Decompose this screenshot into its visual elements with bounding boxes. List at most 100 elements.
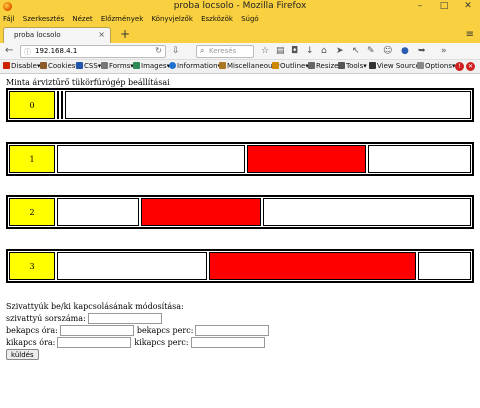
dev-options-label: Options▾ bbox=[425, 62, 456, 70]
download-icon[interactable]: ⇩ bbox=[172, 46, 180, 56]
menu-bookmarks[interactable]: Könyvjelzők bbox=[151, 13, 192, 25]
off-minute-label: kikapcs perc: bbox=[134, 337, 189, 347]
bookmark-star-icon[interactable]: ☆ bbox=[261, 46, 269, 56]
pump-row-inner: 0 bbox=[9, 91, 471, 119]
tab-close-icon[interactable]: × bbox=[98, 30, 105, 39]
dev-outline[interactable]: Outline▾ bbox=[272, 62, 309, 70]
menu-help[interactable]: Súgó bbox=[241, 13, 259, 25]
dev-css-label: CSS▾ bbox=[84, 62, 102, 70]
library-icon[interactable]: ▤ bbox=[276, 46, 285, 56]
circle-icon[interactable]: ● bbox=[401, 46, 409, 56]
navigation-bar: ← ⓘ 192.168.4.1 ↻ ⇩ ⌕ Keresés ☆ ▤ ◘ ↓ ⌂ … bbox=[0, 43, 480, 60]
menu-file[interactable]: Fájl bbox=[3, 13, 15, 25]
tab-proba-locsolo[interactable]: proba locsolo × bbox=[3, 27, 111, 43]
reload-icon[interactable]: ↻ bbox=[155, 46, 162, 55]
dev-tools-label: Tools▾ bbox=[346, 62, 367, 70]
schedule-segment-on bbox=[209, 252, 416, 280]
menu-view[interactable]: Nézet bbox=[72, 13, 92, 25]
pump-row-0: 0 bbox=[6, 88, 474, 122]
dev-information-label: Information▾ bbox=[177, 62, 222, 70]
overflow-chevron-icon[interactable]: » bbox=[441, 46, 447, 56]
dev-information[interactable]: Information▾ bbox=[169, 62, 221, 70]
arrow-icon[interactable]: ➤ bbox=[336, 46, 344, 56]
dev-cookies-label: Cookies▾ bbox=[48, 62, 79, 70]
url-bar[interactable]: ⓘ 192.168.4.1 ↻ bbox=[20, 45, 166, 58]
dev-css[interactable]: CSS▾ bbox=[76, 62, 101, 70]
view-source-icon bbox=[369, 62, 376, 69]
schedule-segment-on bbox=[61, 91, 63, 119]
download-arrow-icon[interactable]: ↓ bbox=[306, 46, 314, 56]
window-title: proba locsolo - Mozilla Firefox bbox=[173, 1, 307, 11]
information-icon bbox=[169, 62, 176, 69]
tools-icon bbox=[338, 62, 345, 69]
new-tab-button[interactable]: + bbox=[120, 27, 130, 41]
options-icon bbox=[417, 62, 424, 69]
pocket-icon[interactable]: ◘ bbox=[291, 46, 298, 56]
schedule-segment-off bbox=[368, 145, 471, 173]
dev-tools[interactable]: Tools▾ bbox=[338, 62, 367, 70]
pump-row-3: 3 bbox=[6, 249, 474, 283]
submit-button[interactable]: küldés bbox=[6, 349, 39, 360]
dev-forms[interactable]: Forms▾ bbox=[101, 62, 134, 70]
schedule-segment-on bbox=[247, 145, 366, 173]
schedule-segment-on bbox=[57, 91, 59, 119]
dev-images-label: Images▾ bbox=[141, 62, 171, 70]
note-icon[interactable]: ✎ bbox=[367, 46, 375, 56]
cookies-icon bbox=[40, 62, 47, 69]
pump-number-label: szivattyú sorszáma: bbox=[6, 313, 86, 323]
on-hour-input[interactable] bbox=[59, 324, 134, 336]
tab-bar: proba locsolo × + ≡ bbox=[0, 25, 480, 43]
dev-cookies[interactable]: Cookies▾ bbox=[40, 62, 79, 70]
form-line-off: kikapcs óra: kikapcs perc: bbox=[6, 336, 272, 348]
search-placeholder[interactable]: Keresés bbox=[209, 47, 236, 55]
dev-miscellaneous[interactable]: Miscellaneous▾ bbox=[219, 62, 280, 70]
dev-forms-label: Forms▾ bbox=[109, 62, 134, 70]
off-minute-input[interactable] bbox=[190, 336, 265, 348]
pump-row-inner: 3 bbox=[9, 252, 471, 280]
form-line-on: bekapcs óra: bekapcs perc: bbox=[6, 324, 272, 336]
window-titlebar: proba locsolo - Mozilla Firefox – □ ✕ bbox=[0, 0, 480, 13]
on-minute-input[interactable] bbox=[195, 324, 270, 336]
menu-edit[interactable]: Szerkesztés bbox=[23, 13, 64, 25]
menu-tools[interactable]: Eszközök bbox=[201, 13, 233, 25]
dev-options[interactable]: Options▾ bbox=[417, 62, 456, 70]
pump-id-cell: 1 bbox=[9, 145, 55, 173]
dev-images[interactable]: Images▾ bbox=[133, 62, 170, 70]
cursor-icon[interactable]: ↖ bbox=[352, 46, 360, 56]
schedule-segment-off bbox=[57, 198, 139, 226]
error-icon[interactable]: ! bbox=[455, 62, 464, 71]
page-content: Minta árviztűrő tükörfúrógép beállításai… bbox=[0, 75, 480, 408]
close-window-button[interactable]: ✕ bbox=[458, 0, 478, 13]
dev-view-source[interactable]: View Source▾ bbox=[369, 62, 423, 70]
pump-id-cell: 3 bbox=[9, 252, 55, 280]
chat-icon[interactable]: ☺ bbox=[383, 46, 392, 56]
schedule-segment-off bbox=[418, 252, 471, 280]
schedule-form: Szivattyúk be/ki kapcsolásának módosítás… bbox=[6, 300, 272, 360]
url-text[interactable]: 192.168.4.1 bbox=[35, 47, 77, 55]
miscellaneous-icon bbox=[219, 62, 226, 69]
site-info-icon[interactable]: ⓘ bbox=[24, 47, 31, 57]
pump-number-input[interactable] bbox=[87, 312, 162, 324]
css-icon bbox=[76, 62, 83, 69]
on-minute-label: bekapcs perc: bbox=[136, 325, 194, 335]
pump-id-cell: 2 bbox=[9, 198, 55, 226]
maximize-button[interactable]: □ bbox=[434, 0, 454, 13]
disable-icon bbox=[3, 62, 10, 69]
off-hour-input[interactable] bbox=[57, 336, 132, 348]
off-hour-label: kikapcs óra: bbox=[6, 337, 56, 347]
send-icon[interactable]: ➥ bbox=[418, 46, 426, 56]
home-icon[interactable]: ⌂ bbox=[321, 46, 327, 56]
dev-disable-label: Disable▾ bbox=[11, 62, 41, 70]
back-button[interactable]: ← bbox=[5, 45, 13, 56]
dev-resize[interactable]: Resize▾ bbox=[308, 62, 342, 70]
menu-history[interactable]: Előzmények bbox=[101, 13, 143, 25]
search-icon: ⌕ bbox=[200, 46, 205, 55]
search-bar[interactable]: ⌕ Keresés bbox=[196, 45, 254, 58]
close-icon[interactable]: ✕ bbox=[466, 62, 475, 71]
on-hour-label: bekapcs óra: bbox=[6, 325, 58, 335]
minimize-button[interactable]: – bbox=[410, 0, 430, 13]
pump-row-2: 2 bbox=[6, 195, 474, 229]
hamburger-menu-icon[interactable]: ≡ bbox=[466, 29, 474, 40]
dev-disable[interactable]: Disable▾ bbox=[3, 62, 40, 70]
form-title: Szivattyúk be/ki kapcsolásának módosítás… bbox=[6, 301, 184, 311]
